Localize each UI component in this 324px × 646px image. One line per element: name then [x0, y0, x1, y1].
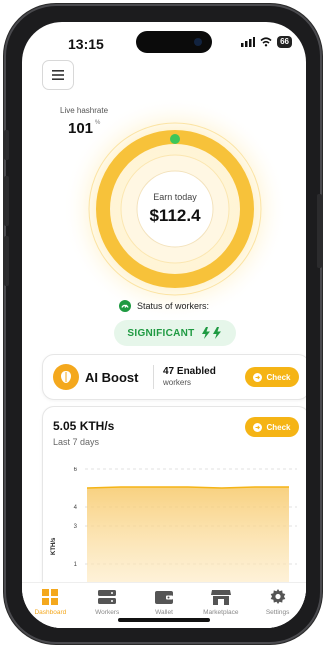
mute-switch — [4, 130, 9, 160]
nav-item-dashboard[interactable]: Dashboard — [22, 587, 78, 616]
workers-status: Status of workers: — [22, 300, 306, 312]
arrow-right-icon — [253, 422, 263, 432]
nav-item-marketplace[interactable]: Marketplace — [193, 587, 249, 616]
ai-boost-check-button[interactable]: Check — [245, 367, 299, 387]
lightning-icon — [201, 327, 221, 339]
nav-item-label: Dashboard — [34, 609, 67, 616]
y-tick-label: 6 — [74, 467, 78, 473]
ai-boost-card: AI Boost 47 Enabled workers Check — [42, 354, 306, 400]
dashboard-icon — [40, 587, 60, 607]
y-tick-label: 4 — [74, 505, 78, 511]
nav-item-settings[interactable]: Settings — [250, 587, 306, 616]
y-axis-label: KTH/s — [51, 537, 57, 555]
arrow-right-icon — [253, 372, 263, 382]
power-button — [317, 194, 322, 268]
workers-status-label: Status of workers: — [136, 301, 210, 311]
phone-frame: 13:15 66 Live hashrate 101 % Earn today … — [4, 4, 322, 644]
settings-icon — [268, 587, 288, 607]
wallet-icon — [154, 587, 174, 607]
hashrate-value: 101% — [68, 120, 101, 137]
hashrate-check-button[interactable]: Check — [245, 417, 299, 437]
volume-up-button — [4, 176, 9, 226]
hashrate-kth-title: 5.05 KTH/s — [53, 419, 115, 433]
earn-today-label: Earn today — [153, 192, 197, 202]
nav-item-workers[interactable]: Workers — [79, 587, 135, 616]
hashrate-area-chart: 6 4 3 1 KTH/s — [51, 467, 297, 583]
nav-item-wallet[interactable]: Wallet — [136, 587, 192, 616]
hashrate-label: Live hashrate — [60, 106, 109, 115]
app-screen: 13:15 66 Live hashrate 101 % Earn today … — [22, 22, 306, 628]
volume-down-button — [4, 236, 9, 286]
nav-item-label: Workers — [95, 609, 120, 616]
y-tick-label: 1 — [74, 562, 78, 568]
hashrate-period: Last 7 days — [53, 437, 100, 447]
nav-item-label: Marketplace — [203, 609, 239, 616]
workers-status-value: SIGNIFICANT — [127, 327, 195, 339]
gauge-icon — [118, 300, 131, 312]
hashrate-area — [87, 487, 289, 583]
workers-icon — [97, 587, 117, 607]
home-indicator — [118, 618, 210, 622]
y-tick-label: 3 — [74, 524, 78, 530]
marketplace-icon — [210, 587, 231, 607]
enabled-workers-count: 47 Enabled workers — [163, 366, 216, 387]
workers-status-badge: SIGNIFICANT — [114, 320, 236, 346]
earnings-center: Earn today $112.4 — [97, 131, 253, 287]
nav-item-label: Settings — [265, 609, 290, 616]
earn-today-value: $112.4 — [149, 206, 201, 225]
ai-boost-logo-icon — [53, 364, 79, 390]
divider — [153, 365, 154, 389]
nav-item-label: Wallet — [155, 609, 173, 616]
ai-boost-title: AI Boost — [85, 370, 139, 385]
